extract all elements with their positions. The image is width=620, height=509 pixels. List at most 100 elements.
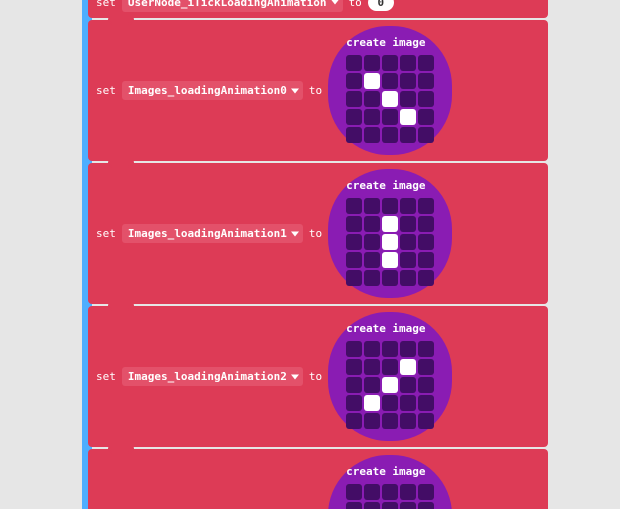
led-pixel[interactable] bbox=[364, 502, 380, 509]
create-image-block[interactable]: create image bbox=[328, 312, 452, 441]
led-pixel[interactable] bbox=[364, 484, 380, 500]
create-image-block[interactable]: create image bbox=[328, 26, 452, 155]
led-pixel[interactable] bbox=[382, 109, 398, 125]
led-pixel[interactable] bbox=[418, 127, 434, 143]
led-pixel[interactable] bbox=[346, 377, 362, 393]
led-pixel[interactable] bbox=[418, 502, 434, 509]
led-pixel[interactable] bbox=[400, 91, 416, 107]
led-pixel[interactable] bbox=[418, 252, 434, 268]
led-pixel[interactable] bbox=[382, 91, 398, 107]
led-pixel[interactable] bbox=[382, 198, 398, 214]
variable-dropdown[interactable]: Images_loadingAnimation0 bbox=[122, 81, 303, 100]
led-pixel[interactable] bbox=[400, 270, 416, 286]
led-pixel[interactable] bbox=[346, 73, 362, 89]
led-pixel[interactable] bbox=[382, 484, 398, 500]
led-pixel[interactable] bbox=[382, 395, 398, 411]
led-grid[interactable] bbox=[346, 341, 434, 429]
led-pixel[interactable] bbox=[382, 502, 398, 509]
led-pixel[interactable] bbox=[364, 359, 380, 375]
led-pixel[interactable] bbox=[400, 413, 416, 429]
led-pixel[interactable] bbox=[382, 359, 398, 375]
led-pixel[interactable] bbox=[346, 270, 362, 286]
led-pixel[interactable] bbox=[346, 198, 362, 214]
led-pixel[interactable] bbox=[364, 234, 380, 250]
led-pixel[interactable] bbox=[364, 377, 380, 393]
led-pixel[interactable] bbox=[364, 413, 380, 429]
led-grid[interactable] bbox=[346, 484, 434, 509]
led-pixel[interactable] bbox=[418, 413, 434, 429]
led-pixel[interactable] bbox=[418, 484, 434, 500]
led-pixel[interactable] bbox=[346, 216, 362, 232]
led-pixel[interactable] bbox=[418, 270, 434, 286]
led-pixel[interactable] bbox=[418, 198, 434, 214]
set-variable-block[interactable]: set Images_loadingAnimation0 to create i… bbox=[88, 20, 548, 161]
led-pixel[interactable] bbox=[400, 252, 416, 268]
led-pixel[interactable] bbox=[382, 341, 398, 357]
led-pixel[interactable] bbox=[418, 55, 434, 71]
led-pixel[interactable] bbox=[364, 109, 380, 125]
variable-dropdown[interactable]: UserNode_iTickLoadingAnimation bbox=[122, 0, 343, 12]
led-pixel[interactable] bbox=[346, 55, 362, 71]
led-pixel[interactable] bbox=[346, 234, 362, 250]
led-pixel[interactable] bbox=[364, 127, 380, 143]
set-variable-block[interactable]: set Images_loadingAnimation3 to create i… bbox=[88, 449, 548, 509]
block-editor-canvas[interactable]: set UserNode_iTickLoadingAnimation to 0 … bbox=[0, 0, 620, 509]
led-pixel[interactable] bbox=[400, 198, 416, 214]
led-pixel[interactable] bbox=[382, 252, 398, 268]
led-pixel[interactable] bbox=[418, 377, 434, 393]
led-pixel[interactable] bbox=[400, 55, 416, 71]
led-pixel[interactable] bbox=[400, 234, 416, 250]
led-pixel[interactable] bbox=[382, 270, 398, 286]
led-pixel[interactable] bbox=[418, 359, 434, 375]
variable-dropdown[interactable]: Images_loadingAnimation2 bbox=[122, 367, 303, 386]
led-pixel[interactable] bbox=[400, 109, 416, 125]
led-pixel[interactable] bbox=[418, 109, 434, 125]
led-pixel[interactable] bbox=[418, 73, 434, 89]
led-pixel[interactable] bbox=[400, 395, 416, 411]
led-pixel[interactable] bbox=[418, 91, 434, 107]
led-pixel[interactable] bbox=[364, 91, 380, 107]
led-pixel[interactable] bbox=[364, 198, 380, 214]
led-pixel[interactable] bbox=[382, 73, 398, 89]
set-variable-block[interactable]: set Images_loadingAnimation1 to create i… bbox=[88, 163, 548, 304]
led-pixel[interactable] bbox=[400, 73, 416, 89]
led-pixel[interactable] bbox=[364, 216, 380, 232]
led-pixel[interactable] bbox=[382, 413, 398, 429]
led-pixel[interactable] bbox=[400, 341, 416, 357]
set-variable-block[interactable]: set Images_loadingAnimation2 to create i… bbox=[88, 306, 548, 447]
led-pixel[interactable] bbox=[346, 395, 362, 411]
led-pixel[interactable] bbox=[346, 252, 362, 268]
led-pixel[interactable] bbox=[400, 377, 416, 393]
led-pixel[interactable] bbox=[346, 341, 362, 357]
led-pixel[interactable] bbox=[418, 216, 434, 232]
led-pixel[interactable] bbox=[346, 91, 362, 107]
value-input[interactable]: 0 bbox=[368, 0, 394, 11]
led-pixel[interactable] bbox=[400, 502, 416, 509]
led-pixel[interactable] bbox=[364, 270, 380, 286]
led-pixel[interactable] bbox=[364, 252, 380, 268]
led-pixel[interactable] bbox=[364, 55, 380, 71]
led-pixel[interactable] bbox=[382, 127, 398, 143]
led-pixel[interactable] bbox=[382, 216, 398, 232]
led-pixel[interactable] bbox=[400, 216, 416, 232]
led-pixel[interactable] bbox=[382, 377, 398, 393]
led-pixel[interactable] bbox=[346, 127, 362, 143]
led-pixel[interactable] bbox=[346, 502, 362, 509]
led-pixel[interactable] bbox=[346, 359, 362, 375]
variable-dropdown[interactable]: Images_loadingAnimation1 bbox=[122, 224, 303, 243]
create-image-block[interactable]: create image bbox=[328, 455, 452, 509]
led-pixel[interactable] bbox=[382, 55, 398, 71]
led-grid[interactable] bbox=[346, 198, 434, 286]
create-image-block[interactable]: create image bbox=[328, 169, 452, 298]
led-pixel[interactable] bbox=[400, 484, 416, 500]
led-pixel[interactable] bbox=[364, 73, 380, 89]
led-pixel[interactable] bbox=[346, 413, 362, 429]
led-pixel[interactable] bbox=[400, 127, 416, 143]
led-pixel[interactable] bbox=[346, 484, 362, 500]
led-pixel[interactable] bbox=[418, 395, 434, 411]
set-variable-block[interactable]: set UserNode_iTickLoadingAnimation to 0 bbox=[88, 0, 548, 18]
led-grid[interactable] bbox=[346, 55, 434, 143]
led-pixel[interactable] bbox=[418, 341, 434, 357]
led-pixel[interactable] bbox=[364, 395, 380, 411]
led-pixel[interactable] bbox=[400, 359, 416, 375]
